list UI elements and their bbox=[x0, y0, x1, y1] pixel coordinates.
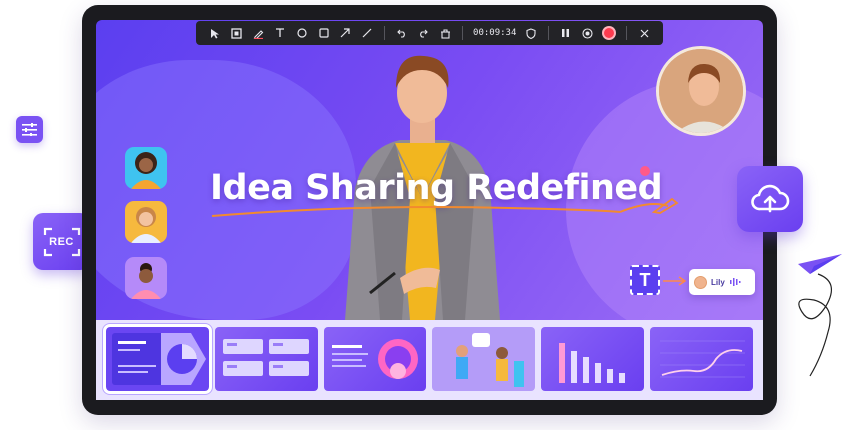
undo-icon[interactable] bbox=[391, 23, 413, 43]
slide-thumbnail-strip bbox=[96, 320, 763, 400]
list-slide-preview bbox=[222, 339, 309, 376]
text-box-tool[interactable]: T bbox=[630, 265, 660, 295]
toolbar-divider bbox=[383, 26, 385, 40]
cursor-icon[interactable] bbox=[204, 23, 226, 43]
arrow-icon[interactable] bbox=[334, 23, 356, 43]
slide-thumbnail-1[interactable] bbox=[103, 324, 212, 394]
webcam-preview[interactable] bbox=[656, 46, 746, 136]
region-icon[interactable] bbox=[226, 23, 248, 43]
circle-icon[interactable] bbox=[291, 23, 313, 43]
slide-thumbnail-2[interactable] bbox=[214, 327, 318, 391]
cloud-upload-button[interactable] bbox=[737, 166, 803, 232]
slide-thumbnail-4[interactable] bbox=[432, 327, 536, 391]
toolbar-divider bbox=[626, 26, 628, 40]
rectangle-icon[interactable] bbox=[313, 23, 335, 43]
pie-chart-slide-preview bbox=[112, 333, 206, 385]
pointer-dot bbox=[640, 166, 650, 176]
participant-avatar-2[interactable] bbox=[125, 201, 167, 243]
app-stage: REC Idea Sharing Redefined 00:09:34 T Li… bbox=[0, 0, 850, 430]
recording-toolbar: 00:09:34 bbox=[196, 21, 663, 45]
clear-icon[interactable] bbox=[434, 23, 456, 43]
recording-timer: 00:09:34 bbox=[473, 28, 517, 38]
line-icon[interactable] bbox=[356, 23, 378, 43]
sliders-icon bbox=[22, 123, 37, 136]
person-icon bbox=[131, 263, 161, 299]
connector-arrow-icon bbox=[663, 276, 687, 286]
cloud-upload-icon bbox=[751, 184, 790, 213]
person-icon bbox=[131, 152, 161, 189]
participant-avatar-3[interactable] bbox=[125, 257, 167, 299]
rec-frame-icon bbox=[43, 227, 80, 256]
circle-slide-preview bbox=[331, 339, 418, 379]
shield-icon[interactable] bbox=[520, 23, 542, 43]
people-slide-preview bbox=[456, 333, 525, 387]
line-chart-slide-preview bbox=[660, 340, 746, 378]
pen-icon bbox=[652, 197, 679, 214]
pause-icon[interactable] bbox=[555, 23, 577, 43]
slide-thumbnail-6[interactable] bbox=[650, 327, 753, 391]
speaker-tag-chip[interactable]: Lily bbox=[689, 269, 755, 295]
speaker-name: Lily bbox=[711, 277, 725, 287]
participant-avatar-1[interactable] bbox=[125, 147, 167, 189]
pen-icon[interactable] bbox=[247, 23, 269, 43]
person-icon bbox=[131, 207, 161, 243]
toolbar-divider bbox=[462, 26, 464, 40]
highlight-underline bbox=[211, 203, 669, 217]
camera-icon[interactable] bbox=[577, 23, 599, 43]
slide-thumbnail-5[interactable] bbox=[541, 327, 645, 391]
close-icon[interactable] bbox=[633, 23, 655, 43]
text-icon[interactable] bbox=[269, 23, 291, 43]
slide-thumbnail-3[interactable] bbox=[323, 327, 427, 391]
settings-sliders-button[interactable] bbox=[16, 116, 43, 143]
paper-plane-icon bbox=[798, 254, 842, 377]
avatar bbox=[694, 275, 707, 289]
audio-wave-icon bbox=[729, 278, 741, 286]
toolbar-divider bbox=[548, 26, 550, 40]
redo-icon[interactable] bbox=[413, 23, 435, 43]
bar-chart-slide-preview bbox=[559, 343, 626, 383]
record-icon[interactable] bbox=[599, 23, 621, 43]
